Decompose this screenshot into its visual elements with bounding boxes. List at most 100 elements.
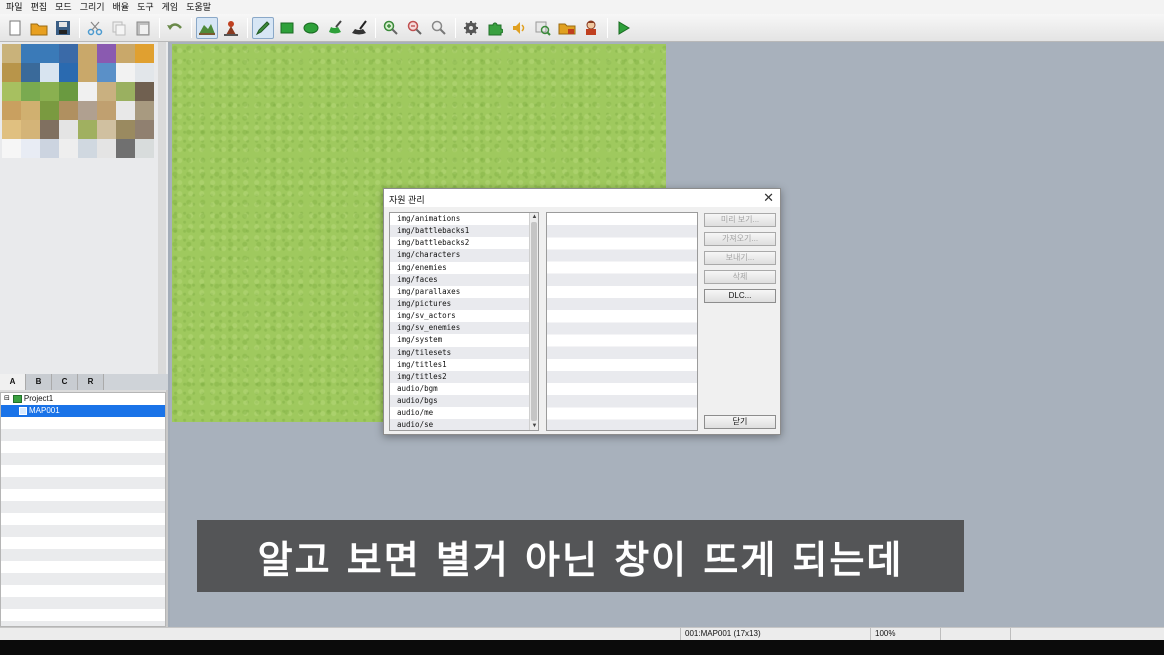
tile-swatch[interactable] [21, 120, 40, 139]
folder-item[interactable]: img/sv_enemies [390, 322, 538, 335]
tile-swatch[interactable] [78, 44, 97, 63]
scroll-thumb[interactable] [531, 222, 537, 421]
tile-swatch[interactable] [78, 120, 97, 139]
tile-swatch[interactable] [97, 63, 116, 82]
tile-swatch[interactable] [40, 139, 59, 158]
preview-button[interactable]: 미리 보기... [704, 213, 776, 227]
tile-swatch[interactable] [116, 82, 135, 101]
tile-swatch[interactable] [21, 139, 40, 158]
tile-swatch[interactable] [2, 120, 21, 139]
tile-swatch[interactable] [135, 120, 154, 139]
folder-item[interactable]: audio/me [390, 407, 538, 419]
file-list[interactable] [546, 212, 698, 431]
tile-swatch[interactable] [21, 44, 40, 63]
tab-layer-b[interactable]: B [26, 374, 52, 390]
tile-swatch[interactable] [21, 101, 40, 120]
tile-swatch[interactable] [78, 139, 97, 158]
folder-list-scrollbar[interactable]: ▲ ▼ [529, 213, 538, 430]
sound-test-icon[interactable] [508, 17, 530, 39]
tab-layer-c[interactable]: C [52, 374, 78, 390]
folder-item[interactable]: img/system [390, 334, 538, 346]
tile-swatch[interactable] [2, 139, 21, 158]
tile-swatch[interactable] [59, 44, 78, 63]
folder-item[interactable]: img/pictures [390, 297, 538, 311]
ellipse-icon[interactable] [300, 17, 322, 39]
zoom-actual-icon[interactable] [428, 17, 450, 39]
tile-swatch[interactable] [135, 101, 154, 120]
tab-layer-r[interactable]: R [78, 374, 104, 390]
export-button[interactable]: 보내기... [704, 251, 776, 265]
tile-swatch[interactable] [78, 101, 97, 120]
tile-swatch[interactable] [116, 44, 135, 63]
tile-swatch[interactable] [135, 44, 154, 63]
database-icon[interactable] [460, 17, 482, 39]
tile-swatch[interactable] [97, 44, 116, 63]
folder-item[interactable]: img/tilesets [390, 346, 538, 359]
folder-item[interactable]: img/battlebacks2 [390, 237, 538, 249]
folder-item[interactable]: img/titles2 [390, 370, 538, 383]
close-icon[interactable]: ✕ [763, 190, 774, 206]
menu-help[interactable]: 도움말 [184, 0, 217, 14]
tree-map-item[interactable]: MAP001 [1, 405, 165, 417]
scroll-up-icon[interactable]: ▲ [530, 213, 538, 221]
undo-icon[interactable] [164, 17, 186, 39]
menu-edit[interactable]: 편집 [29, 0, 54, 14]
folder-item[interactable]: img/enemies [390, 262, 538, 274]
folder-item[interactable]: img/battlebacks1 [390, 225, 538, 238]
save-project-icon[interactable] [52, 17, 74, 39]
import-button[interactable]: 가져오기... [704, 232, 776, 246]
tile-swatch[interactable] [97, 82, 116, 101]
folder-item[interactable]: img/animations [390, 213, 538, 225]
event-mode-icon[interactable] [220, 17, 242, 39]
tile-swatch[interactable] [116, 101, 135, 120]
tile-swatch[interactable] [78, 63, 97, 82]
tile-swatch[interactable] [59, 63, 78, 82]
zoom-out-icon[interactable] [404, 17, 426, 39]
delete-button[interactable]: 삭제 [704, 270, 776, 284]
folder-item[interactable]: audio/se [390, 419, 538, 430]
menu-file[interactable]: 파일 [4, 0, 29, 14]
tile-swatch[interactable] [59, 82, 78, 101]
paste-icon[interactable] [132, 17, 154, 39]
tile-swatch[interactable] [2, 44, 21, 63]
tile-swatch[interactable] [116, 63, 135, 82]
tile-swatch[interactable] [97, 101, 116, 120]
tile-swatch[interactable] [40, 101, 59, 120]
playtest-icon[interactable] [612, 17, 634, 39]
plugin-manager-icon[interactable] [484, 17, 506, 39]
tile-swatch[interactable] [78, 82, 97, 101]
scroll-down-icon[interactable]: ▼ [530, 422, 538, 430]
folder-item[interactable]: img/parallaxes [390, 286, 538, 298]
tile-grid[interactable] [2, 44, 156, 160]
menu-draw[interactable]: 그리기 [78, 0, 111, 14]
tile-swatch[interactable] [2, 101, 21, 120]
rectangle-icon[interactable] [276, 17, 298, 39]
tile-swatch[interactable] [59, 120, 78, 139]
folder-item[interactable]: img/faces [390, 273, 538, 286]
tile-swatch[interactable] [2, 63, 21, 82]
tile-swatch[interactable] [40, 63, 59, 82]
zoom-in-icon[interactable] [380, 17, 402, 39]
map-mode-icon[interactable] [196, 17, 218, 39]
tile-swatch[interactable] [135, 139, 154, 158]
menu-tools[interactable]: 도구 [135, 0, 160, 14]
menu-scale[interactable]: 배율 [111, 0, 136, 14]
tile-swatch[interactable] [116, 120, 135, 139]
fill-icon[interactable] [324, 17, 346, 39]
tab-layer-a[interactable]: A [0, 374, 26, 390]
character-generator-icon[interactable] [580, 17, 602, 39]
tile-swatch[interactable] [116, 139, 135, 158]
tile-swatch[interactable] [135, 82, 154, 101]
dlc-button[interactable]: DLC... [704, 289, 776, 303]
folder-item[interactable]: img/characters [390, 249, 538, 262]
new-project-icon[interactable] [4, 17, 26, 39]
resource-manager-icon[interactable] [556, 17, 578, 39]
palette-scrollbar[interactable] [158, 42, 166, 374]
pencil-icon[interactable] [252, 17, 274, 39]
menu-mode[interactable]: 모드 [53, 0, 78, 14]
tile-swatch[interactable] [40, 120, 59, 139]
shadow-pen-icon[interactable] [348, 17, 370, 39]
folder-item[interactable]: audio/bgs [390, 395, 538, 408]
tile-swatch[interactable] [97, 139, 116, 158]
event-searcher-icon[interactable] [532, 17, 554, 39]
